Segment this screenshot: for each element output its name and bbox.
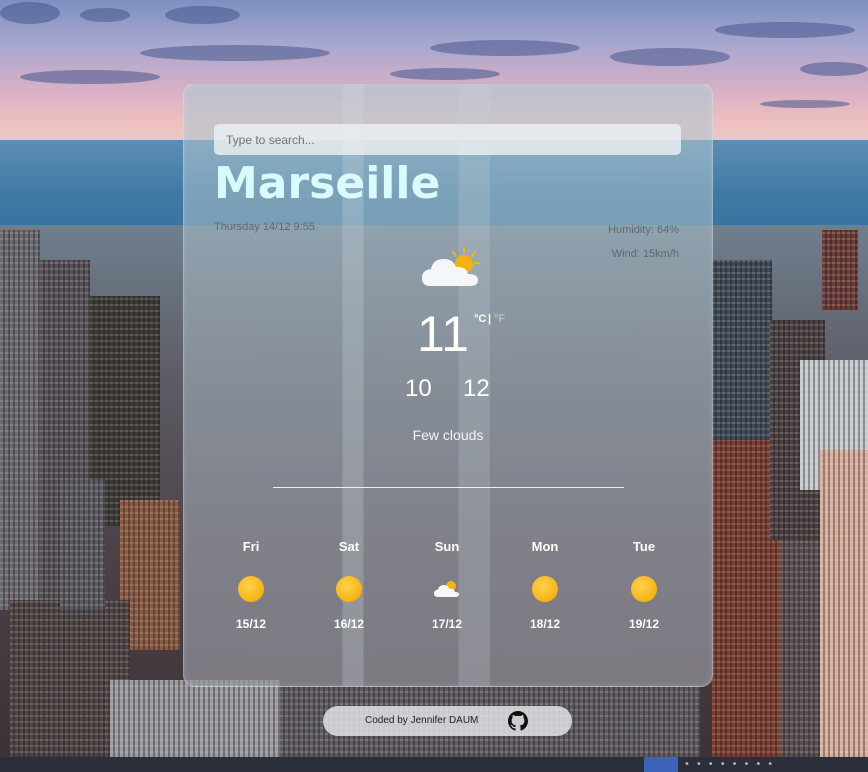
forecast-day-name: Tue [632, 539, 656, 554]
forecast-day-name: Sat [338, 539, 360, 554]
cloud [80, 8, 130, 22]
building [60, 480, 105, 610]
sun-behind-cloud-icon [433, 575, 461, 603]
search-input[interactable] [214, 124, 681, 155]
forecast-day: Fri 15/12 [221, 539, 281, 631]
sun-icon [630, 575, 658, 603]
building [0, 230, 40, 610]
cloud [0, 2, 60, 24]
forecast-list: Fri 15/12 Sat 16/12 Sun 17/12 Mon 18/12 [184, 539, 712, 649]
taskbar: •••••••• [0, 757, 868, 772]
city-name: Marseille [214, 158, 441, 209]
weather-description: Few clouds [412, 427, 484, 443]
cloud [140, 45, 330, 61]
forecast-day: Sat 16/12 [319, 539, 379, 631]
forecast-date: 17/12 [431, 617, 463, 631]
forecast-day-name: Sun [434, 539, 460, 554]
fahrenheit-toggle[interactable]: °F [494, 313, 505, 325]
cloud [430, 40, 580, 56]
building [110, 680, 280, 757]
building [712, 260, 772, 440]
footer-credit: Coded by Jennifer DAUM [323, 706, 572, 736]
cloud [715, 22, 855, 38]
forecast-day-name: Mon [531, 539, 559, 554]
taskbar-tray-icons: •••••••• [684, 759, 780, 770]
taskbar-active-button[interactable] [644, 757, 678, 772]
cloud [760, 100, 850, 108]
current-temperature: 11 [417, 306, 469, 362]
cloud [800, 62, 868, 76]
unit-separator: | [488, 313, 492, 325]
wind: Wind: 15km/h [611, 248, 679, 260]
sun-icon [335, 575, 363, 603]
credit-text: Coded by Jennifer DAUM [365, 715, 479, 726]
humidity: Humidity: 64% [608, 224, 679, 236]
current-date: Thursday 14/12 9:55 [214, 221, 315, 233]
forecast-day: Sun 17/12 [417, 539, 477, 631]
building [820, 450, 868, 757]
forecast-date: 18/12 [529, 617, 561, 631]
sun-icon [531, 575, 559, 603]
cloud [20, 70, 160, 84]
forecast-date: 19/12 [628, 617, 660, 631]
temp-max: 12 [463, 375, 490, 402]
weather-card: Marseille Thursday 14/12 9:55 Humidity: … [183, 83, 713, 687]
cloud [165, 6, 240, 24]
forecast-day: Tue 19/12 [614, 539, 674, 631]
celsius-toggle[interactable]: °C [474, 313, 486, 325]
cloud [610, 48, 730, 66]
forecast-day: Mon 18/12 [515, 539, 575, 631]
forecast-date: 15/12 [235, 617, 267, 631]
forecast-date: 16/12 [333, 617, 365, 631]
building [822, 230, 858, 310]
forecast-day-name: Fri [242, 539, 260, 554]
divider [273, 487, 624, 488]
building [780, 540, 820, 757]
cloud [390, 68, 500, 80]
sun-behind-cloud-icon [422, 247, 480, 286]
temp-min: 10 [405, 375, 432, 402]
github-icon[interactable] [508, 711, 528, 731]
sun-icon [237, 575, 265, 603]
